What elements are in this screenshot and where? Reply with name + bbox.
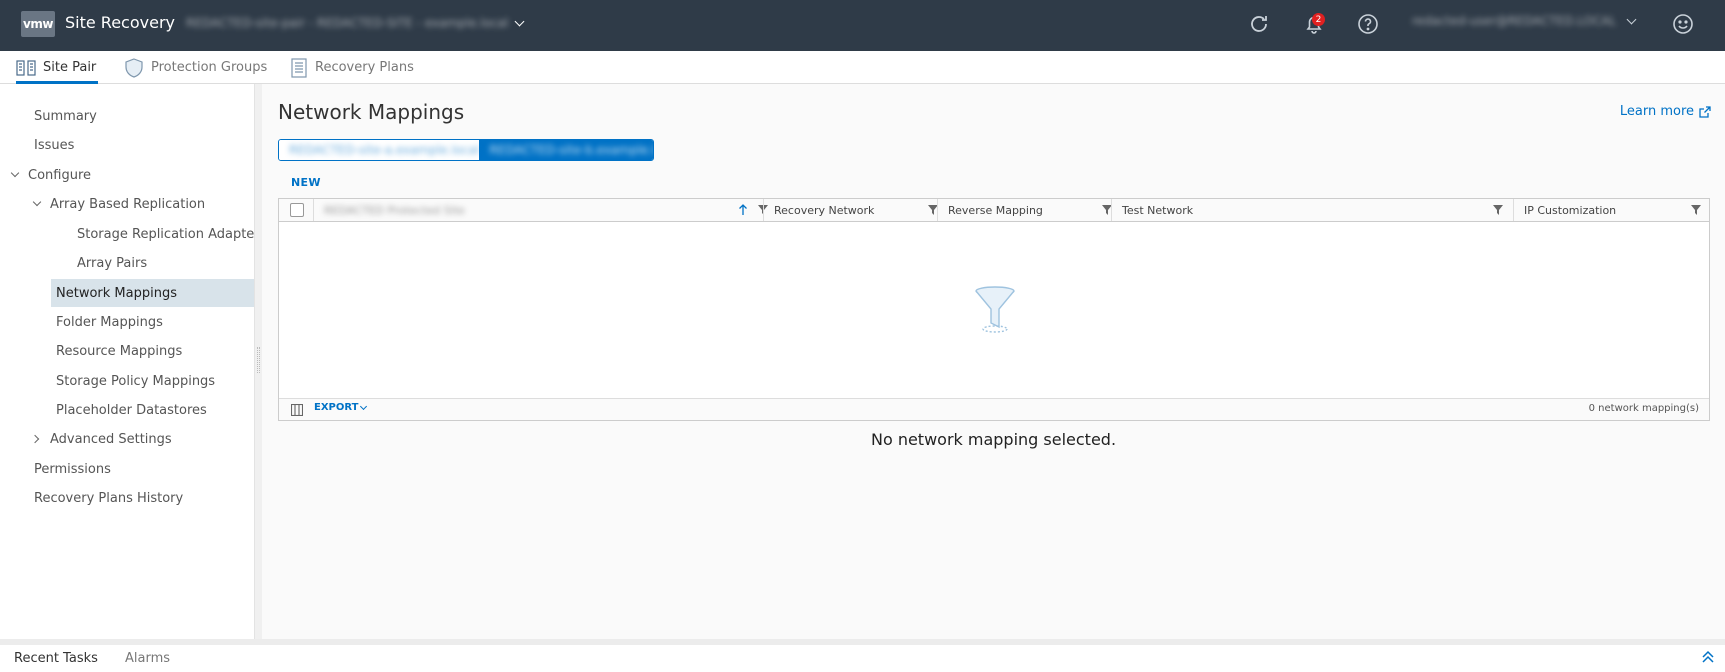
column-label: Reverse Mapping — [948, 203, 1043, 217]
sidebar-item-label: Configure — [28, 167, 92, 183]
learn-more-link[interactable]: Learn more — [1620, 104, 1711, 119]
column-label: Recovery Network — [774, 203, 875, 217]
chevron-down-icon — [360, 402, 368, 410]
select-all-checkbox[interactable] — [290, 203, 304, 217]
sidebar-item-advanced-settings[interactable]: Advanced Settings — [0, 425, 254, 453]
sidebar-item-array-based-replication[interactable]: Array Based Replication — [0, 190, 254, 218]
grid-header: REDACTED Protected Site Recovery Network… — [279, 199, 1709, 222]
caret-right-icon — [30, 434, 40, 444]
smiley-feedback-icon[interactable] — [1671, 12, 1695, 36]
column-label: IP Customization — [1524, 203, 1617, 217]
tab-label: Protection Groups — [151, 60, 268, 75]
caret-down-icon — [32, 197, 42, 207]
user-name: redacted-user@REDACTED.LOCAL — [1412, 14, 1617, 28]
column-header-recovery-network[interactable]: Recovery Network — [763, 199, 938, 221]
site-toggle-left[interactable]: REDACTED-site-a.example.local — [279, 140, 480, 160]
notification-badge: 2 — [1312, 13, 1325, 26]
sidebar-item-label: Array Based Replication — [50, 196, 206, 212]
no-selection-message: No network mapping selected. — [870, 430, 1117, 449]
shield-icon — [125, 57, 143, 78]
site-context-selector[interactable]: REDACTED-site-pair - REDACTED-SITE - exa… — [186, 12, 525, 34]
refresh-icon[interactable] — [1247, 12, 1271, 36]
page-title: Network Mappings — [278, 100, 465, 124]
sidebar-item-storage-replication-adapters[interactable]: Storage Replication Adapte... — [0, 220, 254, 248]
filter-icon[interactable] — [1691, 205, 1701, 215]
column-header-reverse-mapping[interactable]: Reverse Mapping — [937, 199, 1112, 221]
column-toggle-icon[interactable] — [291, 404, 303, 416]
sidebar-nav: Summary Issues Configure Array Based Rep… — [0, 84, 255, 639]
sidebar-item-storage-policy-mappings[interactable]: Storage Policy Mappings — [0, 367, 254, 395]
sidebar-item-issues[interactable]: Issues — [0, 131, 254, 159]
top-tabs: Site Pair Protection Groups Recovery Pla… — [0, 51, 1725, 84]
mapping-count: 0 network mapping(s) — [1588, 403, 1699, 414]
export-button[interactable]: EXPORT — [314, 402, 368, 413]
export-label: EXPORT — [314, 402, 359, 413]
document-list-icon — [291, 57, 307, 78]
tab-recent-tasks[interactable]: Recent Tasks — [14, 651, 98, 666]
tab-label: Recovery Plans — [315, 60, 414, 75]
sidebar-item-recovery-plans-history[interactable]: Recovery Plans History — [0, 484, 254, 512]
user-menu[interactable]: redacted-user@REDACTED.LOCAL — [1412, 14, 1637, 28]
top-header: vmw Site Recovery REDACTED-site-pair - R… — [0, 0, 1725, 51]
site-toggle-right-label: REDACTED-site-b.example.local — [489, 143, 654, 157]
vmware-logo: vmw — [21, 11, 55, 37]
network-mappings-grid: REDACTED Protected Site Recovery Network… — [278, 198, 1710, 421]
grid-footer: EXPORT 0 network mapping(s) — [279, 398, 1709, 420]
tab-site-pair[interactable]: Site Pair — [16, 51, 99, 84]
site-toggle-right[interactable]: REDACTED-site-b.example.local — [479, 140, 654, 160]
tab-alarms[interactable]: Alarms — [125, 651, 170, 666]
column-label: Test Network — [1122, 203, 1194, 217]
external-link-icon — [1699, 105, 1711, 118]
chevron-down-icon — [514, 16, 525, 26]
site-toggle-left-label: REDACTED-site-a.example.local — [289, 143, 480, 157]
site-context-label: REDACTED-site-pair - REDACTED-SITE - exa… — [186, 16, 509, 30]
chevron-down-icon — [1626, 14, 1637, 24]
sidebar-item-permissions[interactable]: Permissions — [0, 455, 254, 483]
sidebar-item-array-pairs[interactable]: Array Pairs — [0, 249, 254, 277]
splitter-grip[interactable] — [257, 347, 260, 373]
tab-label: Site Pair — [43, 60, 97, 75]
sidebar-item-folder-mappings[interactable]: Folder Mappings — [0, 308, 254, 336]
caret-down-icon — [10, 168, 20, 178]
site-toggle: REDACTED-site-a.example.local REDACTED-s… — [278, 139, 654, 161]
column-label: REDACTED Protected Site — [324, 203, 465, 217]
tab-recovery-plans[interactable]: Recovery Plans — [290, 51, 414, 84]
sort-ascending-icon[interactable] — [738, 204, 748, 216]
app-title: Site Recovery — [65, 13, 175, 32]
column-header-test-network[interactable]: Test Network — [1111, 199, 1513, 221]
learn-more-label: Learn more — [1619, 104, 1694, 119]
sidebar-item-network-mappings[interactable]: Network Mappings — [51, 279, 254, 307]
column-header-ip-customization[interactable]: IP Customization — [1513, 199, 1709, 221]
sidebar-item-placeholder-datastores[interactable]: Placeholder Datastores — [0, 396, 254, 424]
sidebar-item-resource-mappings[interactable]: Resource Mappings — [0, 337, 254, 365]
main-content: Network Mappings Learn more REDACTED-sit… — [262, 84, 1725, 639]
bottom-panel-bar: Recent Tasks Alarms — [0, 639, 1725, 672]
column-header-protected[interactable]: REDACTED Protected Site — [313, 199, 768, 221]
sidebar-item-summary[interactable]: Summary — [0, 102, 254, 130]
new-button[interactable]: NEW — [291, 176, 321, 189]
help-icon[interactable] — [1356, 12, 1380, 36]
filter-icon[interactable] — [1493, 205, 1503, 215]
double-chevron-up-icon[interactable] — [1701, 650, 1715, 664]
sidebar-item-configure[interactable]: Configure — [0, 161, 254, 189]
sidebar-item-label: Advanced Settings — [50, 431, 172, 447]
site-pair-icon — [16, 59, 36, 76]
tab-protection-groups[interactable]: Protection Groups — [124, 51, 267, 84]
empty-filter-icon — [975, 286, 1015, 333]
